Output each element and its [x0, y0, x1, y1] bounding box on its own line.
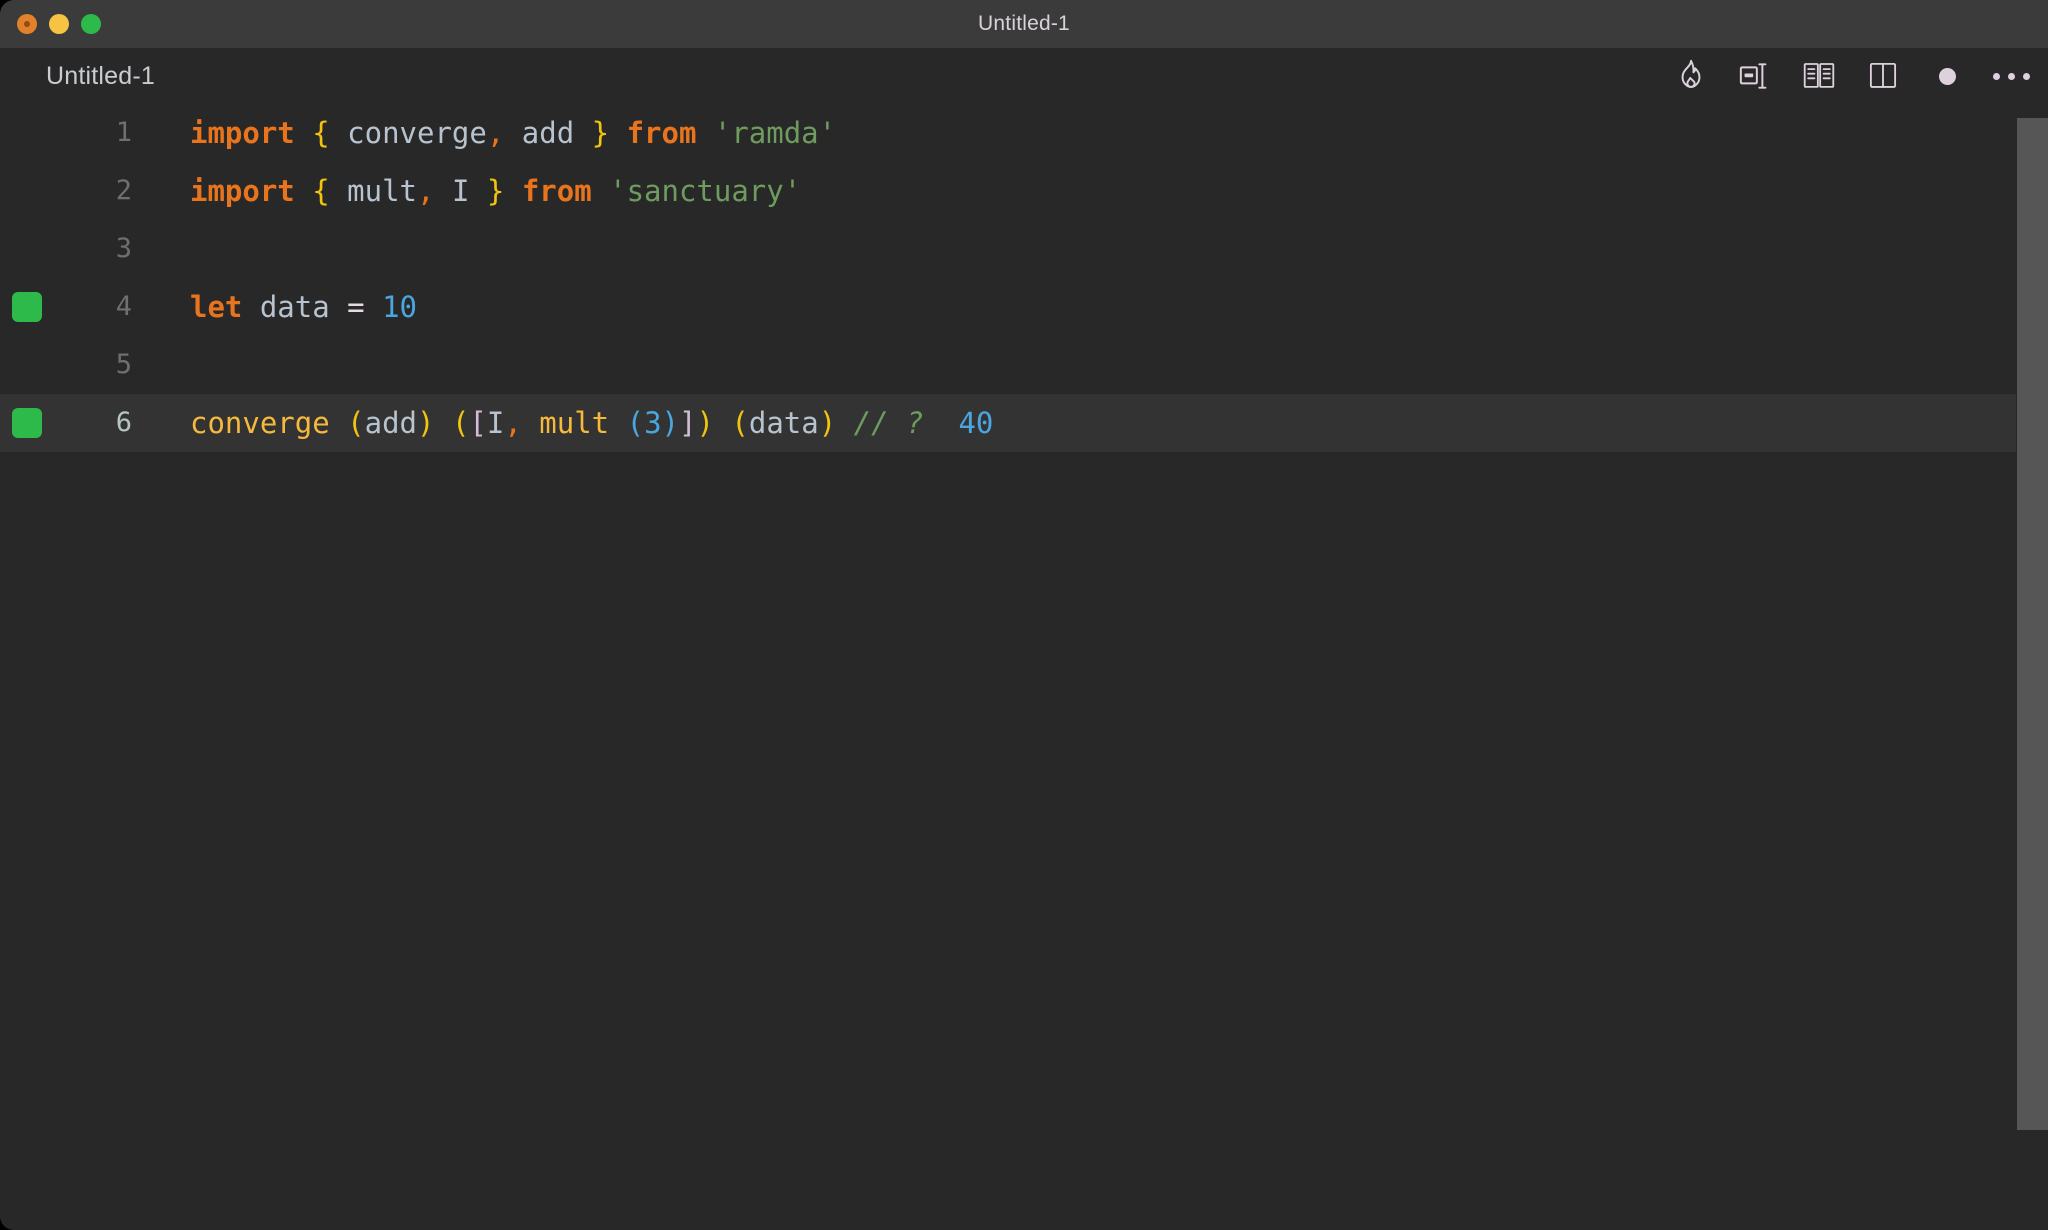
window-titlebar: Untitled-1 [0, 0, 2048, 48]
gutter-status-marker[interactable] [12, 292, 42, 322]
line-number: 2 [115, 175, 132, 206]
code-token: data [242, 290, 348, 324]
split-layout-icon[interactable] [1736, 57, 1774, 95]
unsaved-dot-icon[interactable] [1928, 57, 1966, 95]
code-token: } [591, 116, 610, 150]
code-token: { [312, 174, 330, 208]
code-token: ( [731, 406, 749, 440]
code-token: [ [469, 406, 487, 440]
flame-icon[interactable] [1672, 57, 1710, 95]
line-number: 6 [115, 407, 132, 438]
code-line[interactable]: 2 import { mult, I } from 'sanctuary' [0, 162, 2048, 220]
line-content[interactable]: let data = 10 [190, 278, 417, 336]
code-token: ) [417, 406, 435, 440]
code-token: ) [661, 406, 680, 440]
code-token: let [190, 290, 243, 324]
line-number: 1 [115, 117, 132, 148]
code-token: ( [347, 406, 365, 440]
code-token: ? [906, 406, 924, 440]
line-number: 5 [115, 349, 132, 380]
code-token: converge [190, 406, 330, 440]
ellipsis-icon[interactable] [1992, 57, 2030, 95]
split-editor-icon[interactable] [1864, 57, 1902, 95]
code-line[interactable]: 1 import { converge, add } from 'ramda' [0, 104, 2048, 162]
code-token: mult [539, 406, 610, 440]
code-token: ) [696, 406, 714, 440]
code-token: mult [329, 174, 418, 208]
book-preview-icon[interactable] [1800, 57, 1838, 95]
code-token: 'sanctuary' [609, 174, 802, 208]
code-token: add [504, 116, 592, 150]
code-token: ( [626, 406, 645, 440]
code-line[interactable]: 6 converge (add) ([I, mult (3)]) (data) /… [0, 394, 2048, 452]
code-token: 40 [958, 406, 994, 440]
line-content[interactable]: import { mult, I } from 'sanctuary' [190, 162, 801, 220]
code-token: 3 [644, 406, 662, 440]
vertical-scrollbar[interactable] [2017, 118, 2048, 1130]
code-token: 'ramda' [713, 116, 837, 150]
editor-window: Untitled-1 Untitled-1 1 import {converg… [0, 0, 2048, 1230]
gutter-status-marker[interactable] [12, 408, 42, 438]
tab-untitled-1[interactable]: Untitled-1 [46, 48, 155, 104]
code-line[interactable]: 5 [0, 336, 2048, 394]
code-token: } [486, 174, 505, 208]
editor-toolbar [1672, 48, 2030, 104]
code-token: 10 [382, 290, 418, 324]
code-token: , [417, 174, 435, 208]
window-title: Untitled-1 [978, 12, 1070, 35]
code-token: from [521, 174, 592, 208]
line-content[interactable]: import { converge, add } from 'ramda' [190, 104, 836, 162]
code-token: converge [329, 116, 487, 150]
code-token: , [486, 116, 505, 150]
code-token: I [434, 174, 487, 208]
code-token: // [853, 406, 889, 440]
code-token: ) [818, 406, 837, 440]
code-token: ( [451, 406, 470, 440]
code-token: ] [679, 406, 697, 440]
code-token: import [190, 116, 295, 150]
code-token: add [364, 406, 418, 440]
line-number: 4 [115, 291, 132, 322]
code-token: , [504, 406, 522, 440]
line-number: 3 [115, 233, 132, 264]
code-line[interactable]: 4 let data = 10 [0, 278, 2048, 336]
code-token: I [486, 406, 505, 440]
code-token: data [748, 406, 819, 440]
code-editor[interactable]: 1 import { converge, add } from 'ramda' 2 i… [0, 104, 2048, 1230]
line-content[interactable]: converge (add) ([I, mult (3)]) (data) //… [190, 394, 993, 452]
editor-header: Untitled-1 [0, 48, 2048, 104]
code-token: = [347, 290, 365, 324]
code-token: import [190, 174, 295, 208]
code-line[interactable]: 3 [0, 220, 2048, 278]
code-token: from [626, 116, 697, 150]
code-token: { [312, 116, 330, 150]
